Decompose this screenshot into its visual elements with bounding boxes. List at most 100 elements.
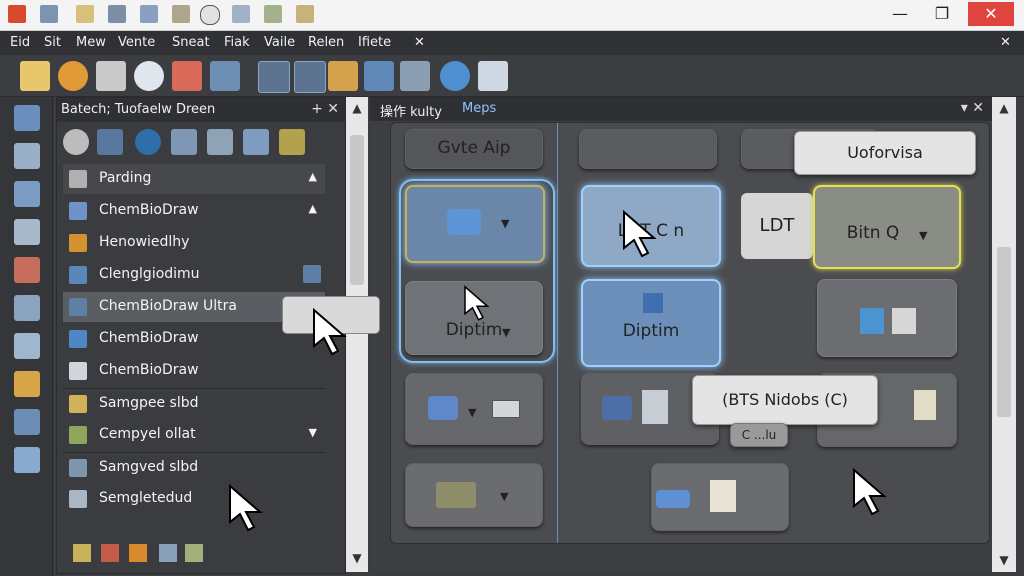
copy-panel-icon[interactable] — [171, 129, 197, 155]
maximize-button[interactable]: ❐ — [922, 2, 962, 26]
pointer-icon[interactable] — [264, 5, 282, 23]
close-button[interactable]: ✕ — [968, 2, 1014, 26]
main-scroll-up-icon[interactable]: ▲ — [992, 99, 1016, 117]
scissors-icon[interactable] — [328, 61, 358, 91]
undo-icon[interactable] — [58, 61, 88, 91]
search-icon[interactable] — [210, 61, 240, 91]
tile-top-center[interactable] — [579, 129, 717, 169]
tile-tool[interactable]: ▼ — [405, 185, 545, 263]
tree-icon[interactable] — [140, 5, 158, 23]
frame-icon[interactable] — [364, 61, 394, 91]
layout-icon[interactable] — [258, 61, 290, 93]
main-scroll-thumb[interactable] — [997, 247, 1011, 417]
copy-icon[interactable] — [96, 61, 126, 91]
minimize-button[interactable]: — — [880, 2, 920, 26]
menu-pin-icon[interactable]: ✕ — [414, 35, 425, 50]
list-item[interactable]: Semgletedud — [63, 484, 325, 514]
menu-ifiete[interactable]: Ifiete — [358, 35, 391, 50]
info-icon[interactable] — [135, 129, 161, 155]
menu-sneat[interactable]: Sneat — [172, 35, 210, 50]
tile-gvte-aip[interactable]: Gvte Aip — [405, 129, 543, 169]
tile-network[interactable]: ▼ — [405, 463, 543, 527]
main-pin-button[interactable]: ▾ — [961, 100, 968, 116]
collapse-icon[interactable]: ▲ — [309, 170, 317, 183]
flag-icon[interactable] — [101, 544, 119, 562]
main-panel-link[interactable]: Meps — [462, 101, 496, 116]
scroll-up-icon[interactable]: ▲ — [309, 202, 317, 215]
mail-icon — [492, 400, 520, 418]
menu-vaile[interactable]: Vaile — [264, 35, 295, 50]
save-icon[interactable] — [108, 5, 126, 23]
lightning-icon[interactable] — [129, 544, 147, 562]
note-icon[interactable] — [73, 544, 91, 562]
list-item[interactable]: Parding ▲ — [63, 164, 325, 194]
left-panel-header: Batech; Tuofaelw Dreen + ✕ — [57, 98, 345, 122]
database-icon[interactable] — [63, 129, 89, 155]
scroll-down-icon[interactable]: ▼ — [309, 426, 317, 439]
scroll-thumb[interactable] — [350, 135, 364, 285]
list-item[interactable]: Cempyel ollat ▼ — [63, 420, 325, 450]
tile-transfer[interactable] — [651, 463, 789, 531]
badge-icon[interactable] — [303, 265, 321, 283]
layers-icon[interactable] — [14, 371, 40, 397]
list-item[interactable]: Samgved slbd — [63, 452, 325, 483]
panel-close-button[interactable]: ✕ — [327, 101, 339, 117]
settings-icon[interactable] — [159, 544, 177, 562]
category-icon — [69, 170, 87, 188]
dropdown-caret-icon[interactable]: ▼ — [502, 326, 510, 339]
dropdown-caret-icon[interactable]: ▼ — [501, 217, 509, 230]
menu-sit[interactable]: Sit — [44, 35, 61, 50]
tile-plugin[interactable]: ▼ — [405, 373, 543, 445]
menu-mew[interactable]: Mew — [76, 35, 106, 50]
stack-icon[interactable] — [14, 219, 40, 245]
dropdown-caret-icon[interactable]: ▼ — [919, 229, 927, 242]
window-icon[interactable] — [40, 5, 58, 23]
grid-panel-icon[interactable] — [279, 129, 305, 155]
wand-icon[interactable] — [14, 447, 40, 473]
pencil-icon[interactable] — [14, 105, 40, 131]
menu-fiak[interactable]: Fiak — [224, 35, 250, 50]
list-item[interactable]: Samgpee slbd — [63, 388, 325, 419]
zoom-icon[interactable] — [134, 61, 164, 91]
chart-icon[interactable] — [14, 409, 40, 435]
scroll-up-arrow-icon[interactable]: ▲ — [346, 99, 368, 117]
clock-icon[interactable] — [200, 5, 220, 25]
main-scrollbar[interactable]: ▲ ▼ — [992, 97, 1016, 572]
menu-relen[interactable]: Relen — [308, 35, 344, 50]
dropdown-caret-icon[interactable]: ▼ — [468, 406, 476, 419]
export-icon[interactable] — [207, 129, 233, 155]
tools-icon[interactable] — [172, 5, 190, 23]
list-item[interactable]: ChemBioDraw — [63, 356, 325, 386]
list-item[interactable]: Henowiedlhy — [63, 228, 325, 258]
tile-diptim-center[interactable]: Diptim — [581, 279, 721, 367]
menu-close-button[interactable]: ✕ — [1000, 35, 1011, 50]
panel-icon[interactable] — [14, 295, 40, 321]
select-icon[interactable] — [14, 143, 40, 169]
tool-icon[interactable] — [172, 61, 202, 91]
pin-button[interactable]: + — [311, 101, 323, 117]
align-icon[interactable] — [400, 61, 430, 91]
menu-vente[interactable]: Vente — [118, 35, 155, 50]
edit-icon[interactable] — [296, 5, 314, 23]
brush-icon[interactable] — [14, 257, 40, 283]
menu-eid[interactable]: Eid — [10, 35, 30, 50]
share-icon[interactable] — [97, 129, 123, 155]
scroll-down-arrow-icon[interactable]: ▼ — [346, 549, 368, 567]
windows-icon[interactable] — [294, 61, 326, 93]
tile-lock[interactable] — [817, 279, 957, 357]
cursor-tool-icon[interactable] — [478, 61, 508, 91]
new-file-icon[interactable] — [20, 61, 50, 91]
window-tool-icon[interactable] — [14, 181, 40, 207]
list-item[interactable]: Clenglgiodimu — [63, 260, 325, 290]
main-close-button[interactable]: ✕ — [972, 100, 984, 116]
folder-icon[interactable] — [76, 5, 94, 23]
plugin-icon[interactable] — [185, 544, 203, 562]
tile-bitn[interactable]: Bitn Q ▼ — [813, 185, 961, 269]
search-panel-icon[interactable] — [243, 129, 269, 155]
find-icon[interactable] — [232, 5, 250, 23]
main-scroll-down-icon[interactable]: ▼ — [992, 551, 1016, 569]
list-item[interactable]: ChemBioDraw ▲ — [63, 196, 325, 226]
magnifier-icon[interactable] — [440, 61, 470, 91]
dropdown-caret-icon[interactable]: ▼ — [500, 490, 508, 503]
monitor-icon[interactable] — [14, 333, 40, 359]
